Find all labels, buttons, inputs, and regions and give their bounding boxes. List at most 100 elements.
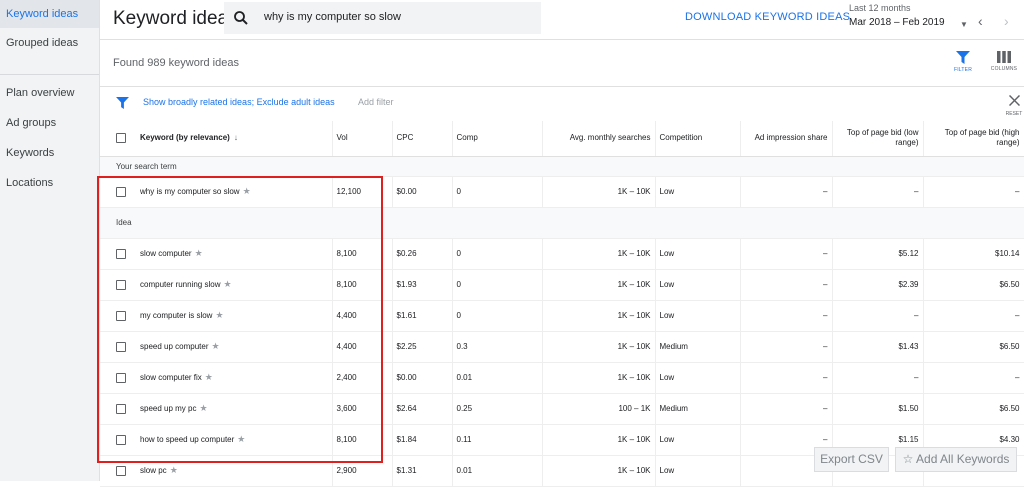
star-icon[interactable]: ★ — [205, 372, 213, 382]
keyword-table: Keyword (by relevance) ↓ Vol CPC Comp Avg… — [100, 121, 1024, 487]
vol-cell: 2,900 — [332, 455, 393, 487]
export-csv-button[interactable]: Export CSV — [814, 447, 889, 472]
bid-low-cell: $1.50 — [832, 393, 924, 425]
keyword-cell: my computer is slow ★ — [136, 300, 333, 332]
star-icon[interactable]: ★ — [199, 403, 207, 413]
header-cpc[interactable]: CPC — [392, 121, 453, 157]
chevron-right-icon[interactable]: › — [1004, 13, 1009, 29]
ad-share-cell: – — [740, 269, 833, 301]
header: Keyword ideas why is my computer so slow… — [100, 0, 1024, 40]
search-icon — [234, 11, 248, 25]
star-icon[interactable]: ★ — [212, 341, 220, 351]
add-filter-button[interactable]: Add filter — [358, 97, 394, 107]
keyword-cell: speed up my pc ★ — [136, 393, 333, 425]
sidebar-item-keywords[interactable]: Keywords — [0, 138, 99, 168]
cpc-cell: $0.00 — [392, 362, 453, 394]
header-bid-high[interactable]: Top of page bid (high range) — [923, 121, 1024, 157]
caret-down-icon[interactable]: ▼ — [960, 20, 968, 29]
table-row[interactable]: slow computer fix ★ 2,400 $0.00 0.01 1K – 10K… — [100, 362, 1024, 394]
section-label: Your search term — [100, 156, 1024, 177]
avg-cell: 1K – 10K — [542, 300, 656, 332]
star-icon: ☆ — [902, 452, 917, 466]
row-checkbox[interactable] — [100, 331, 136, 363]
comp-cell: 0 — [452, 269, 543, 301]
header-comp[interactable]: Comp — [452, 121, 543, 157]
star-icon[interactable]: ★ — [237, 434, 245, 444]
row-checkbox[interactable] — [100, 176, 136, 208]
table-row[interactable]: slow computer ★ 8,100 $0.26 0 1K – 10K Low – $5.… — [100, 238, 1024, 270]
row-checkbox[interactable] — [100, 269, 136, 301]
add-all-keywords-button[interactable]: ☆ Add All Keywords — [895, 447, 1017, 472]
header-competition[interactable]: Competition — [655, 121, 741, 157]
filter-icon — [956, 51, 970, 64]
cpc-cell: $0.00 — [392, 176, 453, 208]
chevron-left-icon[interactable]: ‹ — [978, 13, 983, 29]
sidebar: Keyword ideas Grouped ideas Plan overvie… — [0, 0, 100, 481]
ad-share-cell: – — [740, 238, 833, 270]
sidebar-item-ad-groups[interactable]: Ad groups — [0, 108, 99, 138]
filter-icon — [116, 97, 129, 109]
star-icon[interactable]: ★ — [215, 310, 223, 320]
table-row[interactable]: why is my computer so slow ★ 12,100 $0.00… — [100, 176, 1024, 208]
avg-cell: 1K – 10K — [542, 362, 656, 394]
cpc-cell: $1.61 — [392, 300, 453, 332]
header-bid-low[interactable]: Top of page bid (low range) — [832, 121, 924, 157]
download-keyword-ideas-link[interactable]: DOWNLOAD KEYWORD IDEAS — [685, 11, 850, 23]
vol-cell: 8,100 — [332, 424, 393, 456]
table-row[interactable]: speed up computer ★ 4,400 $2.25 0.3 1K – 10K M… — [100, 331, 1024, 363]
header-vol[interactable]: Vol — [332, 121, 393, 157]
sidebar-item-plan-overview[interactable]: Plan overview — [0, 78, 99, 108]
search-value: why is my computer so slow — [264, 11, 401, 23]
row-checkbox[interactable] — [100, 393, 136, 425]
sort-arrow-icon[interactable]: ↓ — [234, 133, 238, 142]
bid-high-cell: – — [923, 176, 1024, 208]
star-icon[interactable]: ★ — [195, 248, 203, 258]
avg-cell: 1K – 10K — [542, 424, 656, 456]
bid-low-cell: – — [832, 362, 924, 394]
bid-high-cell: $6.50 — [923, 393, 1024, 425]
row-checkbox[interactable] — [100, 362, 136, 394]
header-keyword[interactable]: Keyword (by relevance) ↓ — [136, 121, 333, 157]
row-checkbox[interactable] — [100, 455, 136, 487]
cpc-cell: $2.64 — [392, 393, 453, 425]
results-count: Found 989 keyword ideas — [113, 57, 239, 69]
bid-low-cell: $5.12 — [832, 238, 924, 270]
avg-cell: 1K – 10K — [542, 238, 656, 270]
competition-cell: Medium — [655, 393, 741, 425]
star-icon[interactable]: ★ — [170, 465, 178, 475]
filter-button[interactable]: FILTER — [947, 51, 979, 81]
sidebar-item-keyword-ideas[interactable]: Keyword ideas — [0, 0, 99, 28]
comp-cell: 0.01 — [452, 455, 543, 487]
vol-cell: 2,400 — [332, 362, 393, 394]
bid-low-cell: $2.39 — [832, 269, 924, 301]
active-filters-link[interactable]: Show broadly related ideas; Exclude adul… — [143, 97, 335, 107]
row-checkbox[interactable] — [100, 300, 136, 332]
bid-high-cell: – — [923, 362, 1024, 394]
avg-cell: 1K – 10K — [542, 176, 656, 208]
star-icon[interactable]: ★ — [223, 279, 231, 289]
vol-cell: 4,400 — [332, 300, 393, 332]
bid-low-cell: – — [832, 176, 924, 208]
row-checkbox[interactable] — [100, 424, 136, 456]
search-input[interactable]: why is my computer so slow — [224, 2, 541, 34]
columns-button[interactable]: COLUMNS — [988, 51, 1020, 81]
star-icon[interactable]: ★ — [243, 186, 251, 196]
section-header-search-term: Your search term — [100, 156, 1024, 177]
select-all-checkbox[interactable] — [100, 121, 136, 157]
table-row[interactable]: speed up my pc ★ 3,600 $2.64 0.25 100 – 1K Med… — [100, 393, 1024, 425]
header-ad-impression-share[interactable]: Ad impression share — [740, 121, 833, 157]
cpc-cell: $1.93 — [392, 269, 453, 301]
comp-cell: 0.01 — [452, 362, 543, 394]
sidebar-item-locations[interactable]: Locations — [0, 168, 99, 198]
date-range-select[interactable]: Mar 2018 – Feb 2019 — [849, 17, 945, 28]
comp-cell: 0.3 — [452, 331, 543, 363]
keyword-cell: why is my computer so slow ★ — [136, 176, 333, 208]
keyword-cell: slow computer fix ★ — [136, 362, 333, 394]
table-row[interactable]: computer running slow ★ 8,100 $1.93 0 1K – 10… — [100, 269, 1024, 301]
reset-label: RESET — [1005, 111, 1023, 117]
header-avg-monthly-searches[interactable]: Avg. monthly searches — [542, 121, 656, 157]
sidebar-item-grouped-ideas[interactable]: Grouped ideas — [0, 28, 99, 58]
reset-button[interactable]: RESET — [1004, 93, 1024, 117]
table-row[interactable]: my computer is slow ★ 4,400 $1.61 0 1K – 10K L… — [100, 300, 1024, 332]
row-checkbox[interactable] — [100, 238, 136, 270]
